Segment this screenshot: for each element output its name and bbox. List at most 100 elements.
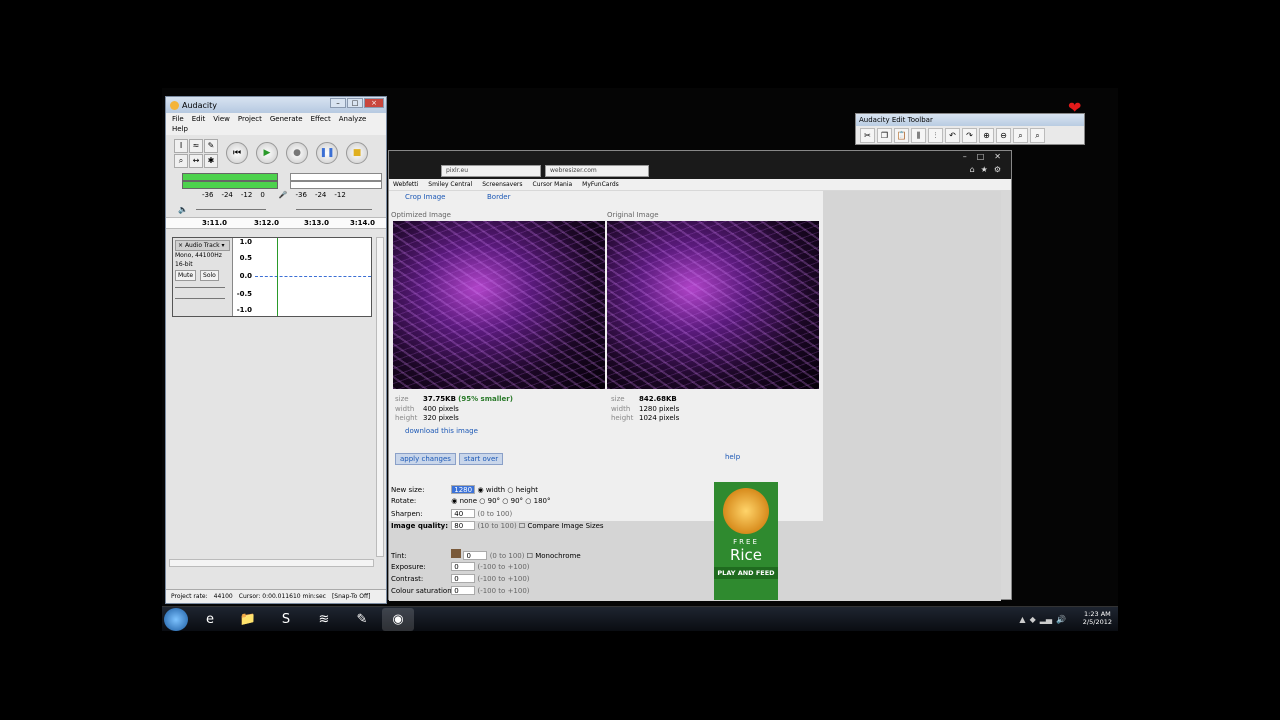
start-button[interactable]: [164, 608, 188, 631]
rotate-none-radio[interactable]: ◉ none: [451, 497, 477, 505]
skype-icon[interactable]: S: [270, 608, 302, 631]
app-icon[interactable]: ✎: [346, 608, 378, 631]
border-link[interactable]: Border: [487, 193, 510, 201]
contrast-input[interactable]: 0: [451, 574, 476, 583]
exposure-input[interactable]: 0: [451, 562, 476, 571]
project-rate-value[interactable]: 44100: [214, 593, 233, 600]
pause-button[interactable]: ❚❚: [316, 142, 338, 164]
bookmark[interactable]: Smiley Central: [428, 181, 472, 188]
rotate-90cw-radio[interactable]: ○ 90°: [479, 497, 500, 505]
tray-expand-icon[interactable]: ▲: [1019, 615, 1025, 624]
solo-button[interactable]: Solo: [200, 270, 219, 281]
close-button[interactable]: ✕: [994, 152, 1001, 161]
gain-slider[interactable]: [175, 287, 225, 288]
width-radio[interactable]: ◉ width: [477, 486, 505, 494]
vscale-label: 1.0: [239, 238, 252, 246]
silence-icon[interactable]: ⫶: [928, 128, 943, 143]
download-image-link[interactable]: download this image: [405, 427, 478, 435]
paste-icon[interactable]: 📋: [894, 128, 909, 143]
envelope-tool-icon[interactable]: ≈: [189, 138, 203, 153]
apply-changes-button[interactable]: apply changes: [395, 453, 456, 465]
tint-input[interactable]: 0: [463, 551, 488, 560]
clock[interactable]: 1:23 AM 2/5/2012: [1083, 610, 1112, 626]
explorer-icon[interactable]: 📁: [232, 608, 264, 631]
screen: Audacity – □ × File Edit View Project Ge…: [0, 0, 1280, 720]
stop-button[interactable]: ■: [346, 142, 368, 164]
tint-swatch[interactable]: [451, 549, 462, 558]
gear-icon[interactable]: ⚙: [994, 165, 1001, 174]
maximize-button[interactable]: □: [977, 152, 985, 161]
menu-analyze[interactable]: Analyze: [339, 115, 367, 123]
menu-project[interactable]: Project: [238, 115, 262, 123]
vscale-label: -0.5: [236, 290, 252, 298]
freerice-ad[interactable]: FREE Rice PLAY AND FEED: [714, 482, 778, 600]
pan-slider[interactable]: [175, 298, 225, 299]
record-meter-right: [290, 181, 382, 189]
trim-icon[interactable]: ⫼: [911, 128, 926, 143]
timeline-ruler[interactable]: 3:11.0 3:12.0 3:13.0 3:14.0: [166, 217, 386, 229]
saturation-hint: (-100 to +100): [477, 587, 530, 595]
zoom-out-icon[interactable]: ⊖: [996, 128, 1011, 143]
bookmark[interactable]: Cursor Mania: [533, 181, 573, 188]
ie-icon[interactable]: e: [194, 608, 226, 631]
undo-icon[interactable]: ↶: [945, 128, 960, 143]
spotify-icon[interactable]: ≋: [308, 608, 340, 631]
horizontal-scrollbar[interactable]: [169, 559, 374, 567]
rotate-90ccw-radio[interactable]: ○ 90°: [502, 497, 523, 505]
input-volume-slider[interactable]: [296, 209, 372, 210]
crop-image-link[interactable]: Crop Image: [405, 193, 446, 201]
menu-file[interactable]: File: [172, 115, 184, 123]
start-over-button[interactable]: start over: [459, 453, 504, 465]
zoom-in-icon[interactable]: ⊕: [979, 128, 994, 143]
minimize-button[interactable]: –: [330, 98, 346, 108]
rotate-180-radio[interactable]: ○ 180°: [525, 497, 550, 505]
menu-view[interactable]: View: [213, 115, 230, 123]
saturation-input[interactable]: 0: [451, 586, 476, 595]
menu-generate[interactable]: Generate: [270, 115, 303, 123]
bookmark[interactable]: Webfetti: [393, 181, 418, 188]
audacity-taskbar-icon[interactable]: ◉: [382, 608, 414, 631]
play-button[interactable]: ▶: [256, 142, 278, 164]
height-radio[interactable]: ○ height: [507, 486, 538, 494]
fit-project-icon[interactable]: ⌕: [1030, 128, 1045, 143]
multi-tool-icon[interactable]: ✱: [204, 153, 218, 168]
mute-button[interactable]: Mute: [175, 270, 197, 281]
menu-effect[interactable]: Effect: [311, 115, 331, 123]
record-button[interactable]: ●: [286, 142, 308, 164]
browser-tab[interactable]: pixlr.eu: [441, 165, 541, 177]
maximize-button[interactable]: □: [347, 98, 363, 108]
star-icon[interactable]: ★: [981, 165, 988, 174]
minimize-button[interactable]: –: [963, 152, 967, 161]
timeshift-tool-icon[interactable]: ↔: [189, 153, 203, 168]
bookmark[interactable]: MyFunCards: [582, 181, 619, 188]
menu-help[interactable]: Help: [166, 125, 386, 135]
rotate-label: Rotate:: [391, 497, 417, 505]
volume-icon[interactable]: 🔊: [1056, 615, 1066, 624]
quality-input[interactable]: 80: [451, 521, 476, 530]
fit-selection-icon[interactable]: ⌕: [1013, 128, 1028, 143]
tray-app-icon[interactable]: ◆: [1030, 615, 1036, 624]
close-button[interactable]: ×: [364, 98, 384, 108]
new-size-input[interactable]: 1280: [451, 485, 476, 494]
cut-icon[interactable]: ✂: [860, 128, 875, 143]
vertical-scrollbar[interactable]: [376, 237, 384, 557]
track-name-menu[interactable]: × Audio Track ▾: [175, 240, 230, 251]
output-volume-slider[interactable]: [196, 209, 266, 210]
bookmark[interactable]: Screensavers: [482, 181, 522, 188]
selection-tool-icon[interactable]: I: [174, 138, 188, 153]
help-link[interactable]: help: [725, 453, 740, 461]
zoom-tool-icon[interactable]: ⌕: [174, 153, 188, 168]
draw-tool-icon[interactable]: ✎: [204, 138, 218, 153]
waveform[interactable]: [255, 238, 371, 316]
compare-checkbox[interactable]: ☐ Compare Image Sizes: [519, 522, 604, 530]
browser-tab-active[interactable]: webresizer.com: [545, 165, 649, 177]
meter-tick: -12: [334, 191, 346, 199]
menu-edit[interactable]: Edit: [192, 115, 206, 123]
redo-icon[interactable]: ↷: [962, 128, 977, 143]
copy-icon[interactable]: ❐: [877, 128, 892, 143]
network-icon[interactable]: ▂▄: [1040, 615, 1052, 624]
home-icon[interactable]: ⌂: [970, 165, 975, 174]
monochrome-checkbox[interactable]: ☐ Monochrome: [527, 552, 581, 560]
sharpen-input[interactable]: 40: [451, 509, 476, 518]
skip-start-button[interactable]: ⏮: [226, 142, 248, 164]
